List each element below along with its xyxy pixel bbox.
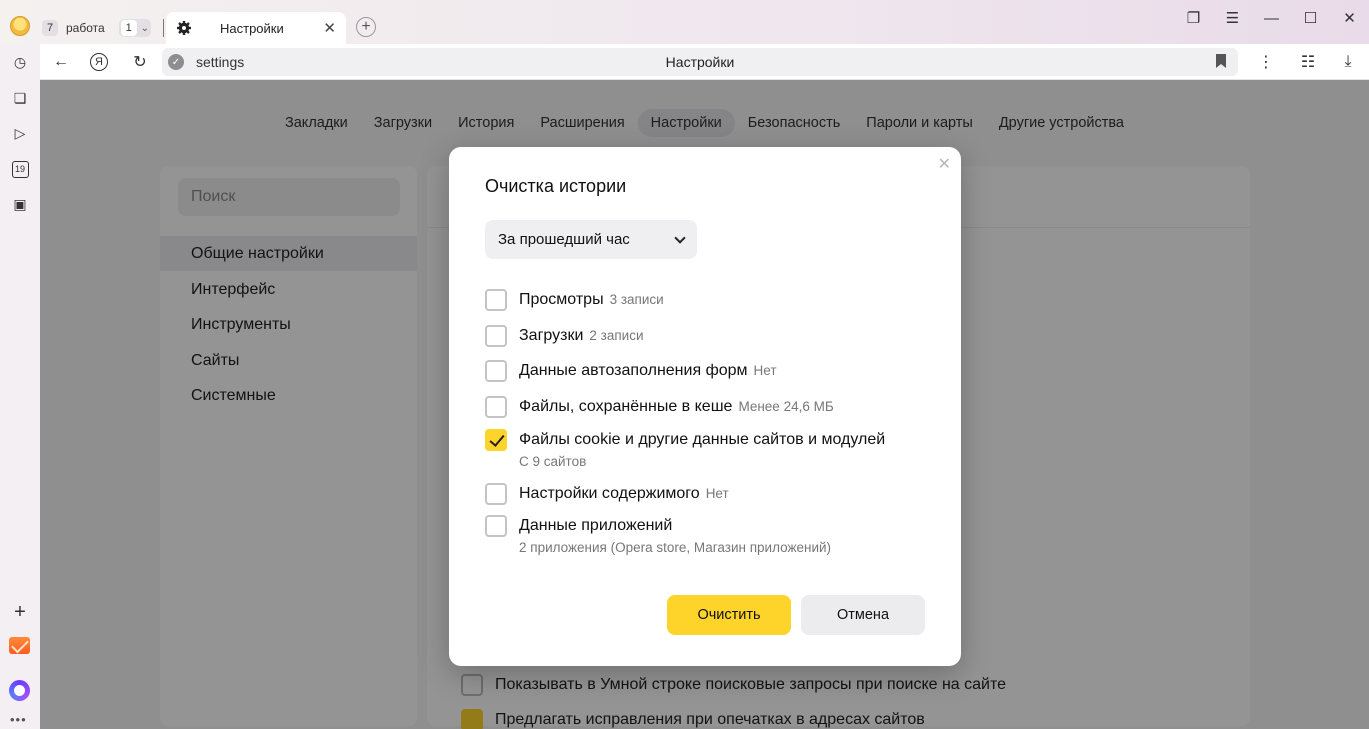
period-value: За прошедший час <box>498 231 630 248</box>
tab-group-count: 1 <box>120 20 137 36</box>
period-select[interactable]: За прошедший час <box>485 220 697 259</box>
calendar-day: 19 <box>11 160 29 178</box>
clear-button[interactable]: Очистить <box>667 595 791 635</box>
option-checkbox[interactable] <box>485 396 507 418</box>
close-tab-icon[interactable]: ✕ <box>323 19 336 37</box>
mail-icon[interactable] <box>9 637 30 654</box>
chevron-down-icon: ⌄ <box>140 22 150 34</box>
browser-logo-icon[interactable] <box>10 16 30 36</box>
menu-icon[interactable]: ☰ <box>1213 9 1252 27</box>
option-note: 3 записи <box>609 292 664 307</box>
translate-icon[interactable]: ☷ <box>1297 51 1319 73</box>
option-label: Настройки содержимого <box>519 485 700 502</box>
option-views[interactable]: Просмотры 3 записи <box>485 289 664 311</box>
tab-settings[interactable]: Настройки ✕ <box>166 12 346 44</box>
option-checkbox[interactable] <box>485 515 507 537</box>
option-note: Менее 24,6 МБ <box>738 399 834 414</box>
bookmark-icon[interactable] <box>1216 54 1226 68</box>
page-title: Настройки <box>665 54 735 70</box>
play-icon[interactable]: ▷ <box>10 123 30 143</box>
yandex-icon[interactable]: Я <box>90 53 108 71</box>
option-label: Файлы, сохранённые в кеше <box>519 398 733 415</box>
option-label: Данные приложений <box>519 517 673 534</box>
tab-title: Настройки <box>220 20 284 36</box>
clear-history-dialog: ✕ Очистка истории За прошедший час Просм… <box>449 147 961 666</box>
option-label: Загрузки <box>519 327 584 344</box>
option-sub: 2 приложения (Opera store, Магазин прило… <box>519 540 832 555</box>
option-app-data[interactable]: Данные приложений 2 приложения (Opera sto… <box>485 515 831 557</box>
option-cache[interactable]: Файлы, сохранённые в кеше Менее 24,6 МБ <box>485 396 834 418</box>
option-label: Просмотры <box>519 291 604 308</box>
minimize-button[interactable]: — <box>1252 10 1291 27</box>
history-icon[interactable]: ◷ <box>10 52 30 72</box>
workspace-count: 7 <box>42 20 58 36</box>
assistant-icon[interactable] <box>9 680 30 701</box>
option-note: Нет <box>753 363 777 378</box>
option-content-settings[interactable]: Настройки содержимого Нет <box>485 483 729 505</box>
option-cookies[interactable]: Файлы cookie и другие данные сайтов и мо… <box>485 429 885 471</box>
screenshot-icon[interactable]: ▣ <box>10 194 30 214</box>
tab-separator <box>163 19 165 37</box>
collections-icon[interactable]: ❐ <box>1174 9 1213 27</box>
more-dots-icon[interactable]: ••• <box>10 712 27 727</box>
option-downloads[interactable]: Загрузки 2 записи <box>485 325 644 347</box>
close-window-button[interactable]: ✕ <box>1330 9 1369 27</box>
collections-rail-icon[interactable]: ❏ <box>10 88 30 108</box>
tab-strip: 7 работа 1 ⌄ Настройки ✕ + ❐ ☰ — ☐ ✕ <box>0 0 1369 44</box>
window-controls: ❐ ☰ — ☐ ✕ <box>1174 0 1369 36</box>
option-checkbox[interactable] <box>485 483 507 505</box>
more-menu-icon[interactable]: ⋮ <box>1255 51 1277 73</box>
close-icon[interactable]: ✕ <box>938 154 951 174</box>
maximize-button[interactable]: ☐ <box>1291 9 1330 27</box>
option-note: Нет <box>705 486 729 501</box>
calendar-icon[interactable]: 19 <box>10 159 30 179</box>
back-icon[interactable]: ← <box>50 51 72 73</box>
option-autofill[interactable]: Данные автозаполнения форм Нет <box>485 360 777 382</box>
toolbar: ← Я ↻ ✓ settings Настройки ⋮ ☷ ⤓ <box>40 44 1369 80</box>
option-checkbox-checked[interactable] <box>485 429 507 451</box>
add-panel-icon[interactable]: + <box>10 601 30 623</box>
option-checkbox[interactable] <box>485 289 507 311</box>
tab-group-indicator[interactable]: 1 ⌄ <box>118 19 152 37</box>
cancel-button[interactable]: Отмена <box>801 595 925 635</box>
gear-icon <box>177 21 191 35</box>
chevron-down-icon <box>674 232 686 244</box>
option-label: Данные автозаполнения форм <box>519 362 748 379</box>
sidebar-rail: ◷ ❏ ▷ 19 ▣ + <box>0 44 40 729</box>
download-icon[interactable]: ⤓ <box>1337 51 1359 73</box>
option-checkbox[interactable] <box>485 360 507 382</box>
option-checkbox[interactable] <box>485 325 507 347</box>
workspace-name: работа <box>66 21 105 35</box>
workspace-switcher[interactable]: 7 работа 1 ⌄ <box>42 17 165 39</box>
option-label: Файлы cookie и другие данные сайтов и мо… <box>519 431 886 448</box>
new-tab-button[interactable]: + <box>356 17 376 37</box>
address-bar[interactable]: ✓ settings Настройки <box>162 48 1238 76</box>
option-sub: С 9 сайтов <box>519 454 587 469</box>
reload-icon[interactable]: ↻ <box>129 51 151 73</box>
option-note: 2 записи <box>589 328 644 343</box>
dialog-title: Очистка истории <box>485 176 627 196</box>
